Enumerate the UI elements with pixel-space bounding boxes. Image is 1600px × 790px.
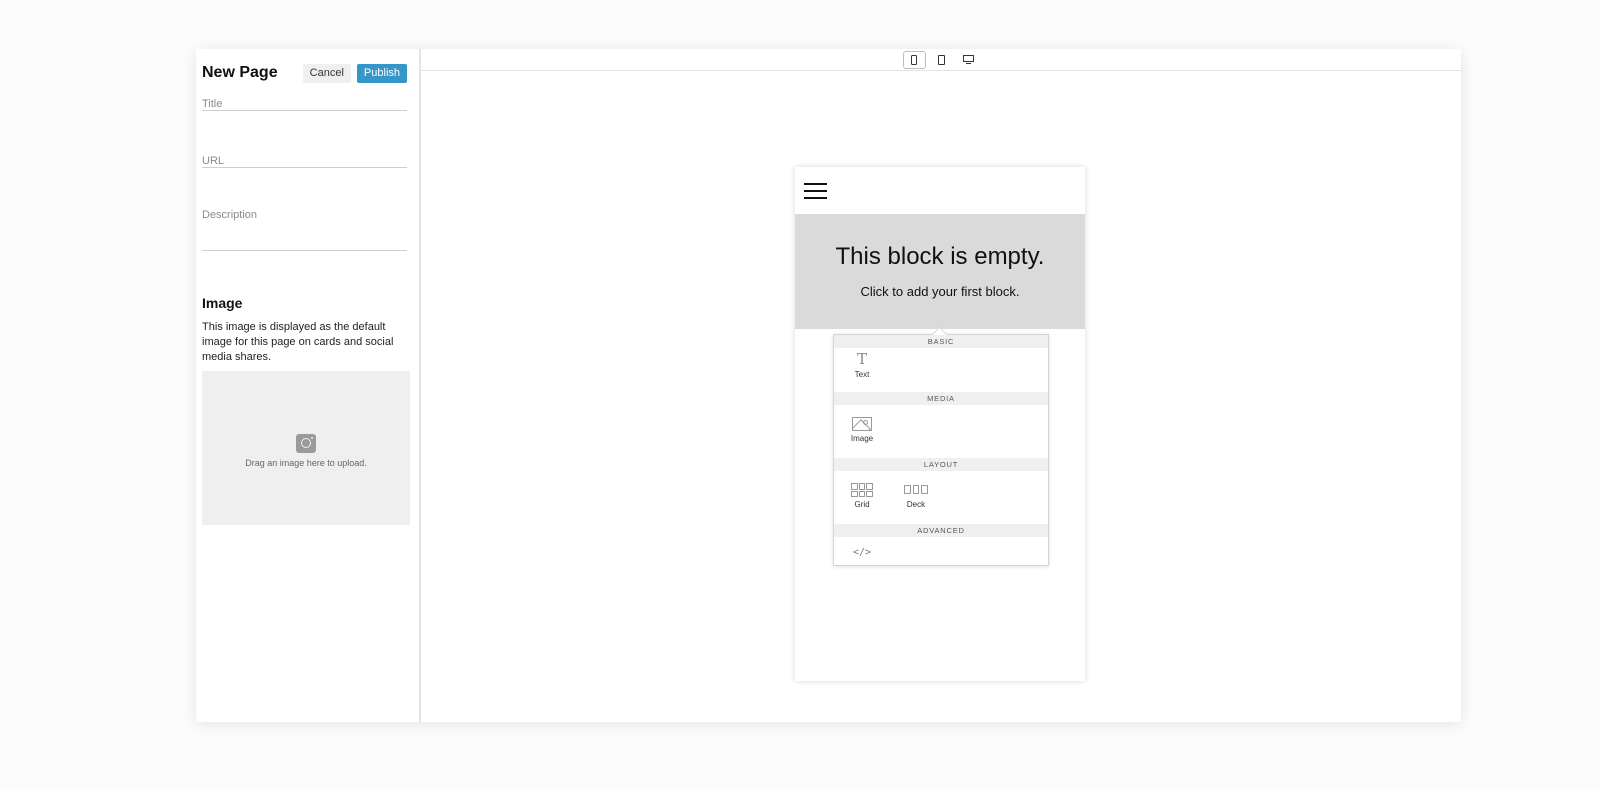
url-input[interactable]	[202, 153, 407, 169]
text-icon: T	[856, 350, 867, 368]
preview-nav-bar	[795, 167, 1085, 214]
section-layout: Grid Deck	[834, 471, 1048, 524]
block-item-code[interactable]: </>	[842, 547, 882, 562]
image-section-description: This image is displayed as the default i…	[202, 321, 394, 363]
url-field-wrapper	[202, 151, 407, 169]
empty-block-title: This block is empty.	[835, 242, 1045, 270]
title-field-wrapper	[202, 94, 407, 112]
page-settings-sidebar: New Page Cancel Publish Image This image…	[196, 49, 421, 722]
empty-block[interactable]: This block is empty. Click to add your f…	[795, 214, 1085, 329]
section-header-advanced: ADVANCED	[834, 524, 1048, 537]
section-advanced: </>	[834, 537, 1048, 562]
phone-preview: This block is empty. Click to add your f…	[795, 167, 1085, 681]
section-media: Image	[834, 405, 1048, 458]
image-section-heading: Image	[202, 295, 243, 311]
section-basic: T Text	[834, 348, 1048, 392]
device-toolbar	[421, 49, 1461, 71]
camera-icon	[296, 434, 316, 453]
description-input[interactable]	[202, 209, 407, 249]
cancel-button[interactable]: Cancel	[302, 63, 351, 83]
code-icon: </>	[852, 547, 872, 558]
block-item-deck[interactable]: Deck	[896, 483, 936, 524]
hamburger-menu-icon[interactable]	[804, 182, 827, 199]
section-header-media: MEDIA	[834, 392, 1048, 405]
block-picker-menu: BASIC T Text MEDIA Image LAYOUT Grid Dec…	[833, 334, 1049, 566]
desktop-view-button[interactable]	[957, 51, 980, 69]
block-item-label: Text	[854, 370, 870, 379]
editor-window: New Page Cancel Publish Image This image…	[196, 49, 1461, 722]
section-header-basic: BASIC	[834, 335, 1048, 348]
phone-icon	[911, 54, 917, 65]
desktop-icon	[962, 55, 974, 65]
block-item-image[interactable]: Image	[842, 417, 882, 458]
block-item-grid[interactable]: Grid	[842, 483, 882, 524]
block-item-label: Grid	[854, 500, 870, 509]
block-item-label: Deck	[906, 500, 926, 509]
section-header-layout: LAYOUT	[834, 458, 1048, 471]
image-dropzone[interactable]: Drag an image here to upload.	[202, 371, 410, 525]
header-actions: Cancel Publish	[302, 63, 407, 83]
dropzone-text: Drag an image here to upload.	[245, 458, 367, 468]
block-item-text[interactable]: T Text	[842, 352, 882, 392]
description-field-wrapper	[202, 209, 407, 251]
image-icon	[852, 417, 872, 431]
block-item-label: Image	[850, 434, 874, 443]
publish-button[interactable]: Publish	[356, 63, 407, 83]
phone-view-button[interactable]	[902, 50, 926, 69]
deck-icon	[904, 485, 929, 494]
title-input[interactable]	[202, 96, 407, 112]
grid-icon	[851, 483, 873, 497]
editor-canvas: This block is empty. Click to add your f…	[421, 49, 1461, 722]
tablet-icon	[937, 54, 945, 65]
sidebar-header: New Page Cancel Publish	[202, 49, 407, 94]
tablet-view-button[interactable]	[930, 51, 953, 69]
empty-block-subtitle: Click to add your first block.	[860, 283, 1020, 299]
page-title: New Page	[202, 64, 278, 81]
